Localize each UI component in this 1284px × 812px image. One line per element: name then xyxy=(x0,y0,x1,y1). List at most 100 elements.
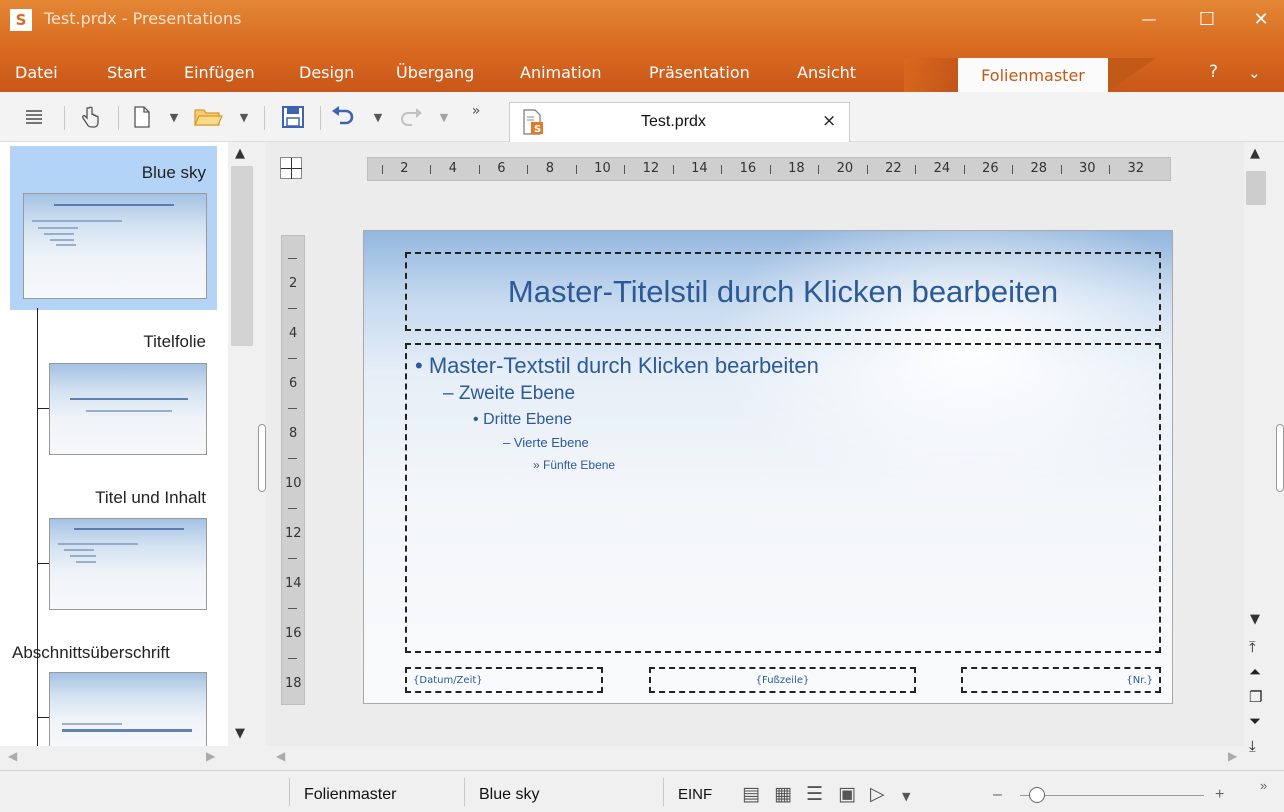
zoom-out-button[interactable]: – xyxy=(993,786,1002,804)
minimize-button[interactable]: — xyxy=(1126,4,1172,34)
body-placeholder[interactable]: • Master-Textstil durch Klicken bearbeit… xyxy=(405,343,1161,653)
app-logo-icon: S xyxy=(10,9,32,31)
minimize-icon: — xyxy=(1141,10,1157,28)
slideshow-dropdown-icon[interactable]: ▼ xyxy=(902,790,910,803)
document-tab[interactable]: S Test.prdx × xyxy=(509,102,850,142)
status-view-mode: Folienmaster xyxy=(304,786,397,803)
ruler-corner-icon[interactable] xyxy=(280,157,302,179)
canvas-scroll-right-icon[interactable]: ▶ xyxy=(1228,749,1237,763)
new-dropdown-chevron-icon[interactable]: ▼ xyxy=(166,104,182,130)
toolbar-overflow-icon[interactable]: » xyxy=(468,98,484,124)
text-level-5: » Fünfte Ebene xyxy=(533,458,616,472)
date-placeholder[interactable]: {Datum/Zeit} xyxy=(405,667,603,693)
title-placeholder[interactable]: Master-Titelstil durch Klicken bearbeite… xyxy=(405,252,1161,331)
canvas-scroll-left-icon[interactable]: ◀ xyxy=(276,749,285,763)
app-window: S Test.prdx - Presentations — ☐ ✕ Datei … xyxy=(0,0,1284,812)
ruler-minor-tick xyxy=(382,165,383,174)
ruler-label: 26 xyxy=(982,161,999,176)
status-insert-mode[interactable]: EINF xyxy=(678,786,712,803)
scroll-right-icon[interactable]: ▶ xyxy=(206,749,215,763)
layout-name-abschnittsueberschrift: Abschnittsüberschrift xyxy=(12,643,170,662)
zoom-slider-knob[interactable] xyxy=(1028,787,1045,803)
ribbon-collapse-icon[interactable]: ⌄ xyxy=(1248,64,1261,82)
slide-master[interactable]: Master-Titelstil durch Klicken bearbeite… xyxy=(363,230,1173,704)
ruler-label: 14 xyxy=(285,576,302,591)
first-slide-icon[interactable]: ⤒ xyxy=(1249,638,1256,656)
start-slideshow-icon[interactable]: ▷ xyxy=(870,783,885,805)
help-button[interactable]: ? xyxy=(1209,62,1218,82)
horizontal-ruler[interactable]: 2 4 6 8 10 12 14 16 18 20 22 24 26 28 30 32 xyxy=(367,157,1171,181)
previous-slide-icon[interactable]: ⏶ xyxy=(1249,663,1261,681)
ruler-label: 20 xyxy=(836,161,854,176)
ruler-label: 12 xyxy=(285,526,302,541)
text-level-2: – Zweite Ebene xyxy=(443,383,576,404)
footer-placeholder[interactable]: {Fußzeile} xyxy=(649,667,916,693)
scroll-down-icon[interactable]: ▼ xyxy=(235,726,245,741)
menu-animation[interactable]: Animation xyxy=(520,63,602,82)
close-button[interactable]: ✕ xyxy=(1238,4,1284,34)
ruler-minor-tick xyxy=(963,165,965,174)
canvas-hscrollbar[interactable] xyxy=(266,746,1244,770)
close-tab-icon[interactable]: × xyxy=(822,111,836,131)
scroll-up-icon[interactable]: ▲ xyxy=(235,146,245,161)
menu-design[interactable]: Design xyxy=(299,63,354,82)
side-panel-handle[interactable] xyxy=(1276,424,1284,492)
vertical-ruler[interactable]: 2 4 6 8 10 12 14 16 18 xyxy=(281,235,305,705)
new-document-icon[interactable] xyxy=(130,104,154,130)
undo-dropdown-chevron-icon[interactable]: ▼ xyxy=(370,104,386,130)
layout-thumbnail-titelfolie[interactable] xyxy=(49,363,207,455)
menu-icon[interactable] xyxy=(22,104,46,130)
menu-datei[interactable]: Datei xyxy=(15,63,58,82)
hand-pointer-icon[interactable] xyxy=(76,104,104,130)
zoom-in-button[interactable]: + xyxy=(1215,786,1224,804)
slide-overview-icon[interactable]: ❐ xyxy=(1249,688,1262,706)
menu-uebergang[interactable]: Übergang xyxy=(396,63,474,82)
tab-folienmaster[interactable]: Folienmaster xyxy=(958,58,1108,92)
notes-view-icon[interactable]: ▣ xyxy=(838,783,856,805)
number-placeholder[interactable]: {Nr.} xyxy=(961,667,1161,693)
open-folder-icon[interactable] xyxy=(192,104,224,130)
panel-scroll-thumb[interactable] xyxy=(231,166,253,346)
maximize-button[interactable]: ☐ xyxy=(1184,4,1230,34)
ruler-minor-tick xyxy=(288,658,297,659)
undo-icon[interactable] xyxy=(330,104,358,130)
panel-hscrollbar[interactable] xyxy=(0,746,258,770)
ruler-label: 10 xyxy=(594,161,611,176)
scroll-left-icon[interactable]: ◀ xyxy=(8,749,17,763)
canvas-scroll-up-icon[interactable]: ▲ xyxy=(1250,146,1260,161)
redo-dropdown-chevron-icon[interactable]: ▼ xyxy=(436,104,452,130)
ruler-minor-tick xyxy=(288,508,297,509)
statusbar-overflow-icon[interactable]: » xyxy=(1260,778,1267,793)
menu-ansicht[interactable]: Ansicht xyxy=(797,63,856,82)
master-thumbnail[interactable] xyxy=(23,193,207,299)
ruler-label: 2 xyxy=(289,276,298,291)
redo-icon[interactable] xyxy=(396,104,424,130)
ruler-label: 24 xyxy=(933,161,951,176)
canvas-vscrollbar[interactable] xyxy=(1244,142,1268,746)
status-master-name: Blue sky xyxy=(479,786,540,803)
last-slide-icon[interactable]: ⤓ xyxy=(1249,737,1256,755)
menu-start[interactable]: Start xyxy=(107,63,146,82)
slide-sorter-icon[interactable]: ▦ xyxy=(774,783,792,805)
menu-einfuegen[interactable]: Einfügen xyxy=(184,63,255,82)
ruler-minor-tick xyxy=(527,165,529,174)
presentation-file-icon: S xyxy=(522,109,544,139)
next-slide-icon[interactable]: ⏷ xyxy=(1249,712,1261,730)
canvas-scroll-thumb[interactable] xyxy=(1246,171,1266,205)
ruler-minor-tick xyxy=(672,165,674,174)
layout-thumbnail-abschnitt[interactable] xyxy=(49,672,207,748)
ruler-minor-tick xyxy=(915,165,917,174)
ruler-label: 16 xyxy=(285,626,302,641)
zoom-slider-track[interactable] xyxy=(1020,795,1204,796)
outline-view-icon[interactable]: ☰ xyxy=(806,783,823,805)
window-title: Test.prdx - Presentations xyxy=(44,9,242,28)
document-tab-label: Test.prdx xyxy=(641,113,706,130)
layout-name-blue-sky: Blue sky xyxy=(141,163,206,182)
canvas-scroll-down-icon[interactable]: ▼ xyxy=(1250,612,1260,627)
menu-praesentation[interactable]: Präsentation xyxy=(649,63,750,82)
layout-thumbnail-titel-und-inhalt[interactable] xyxy=(49,518,207,610)
open-dropdown-chevron-icon[interactable]: ▼ xyxy=(236,104,252,130)
panel-splitter-handle[interactable] xyxy=(258,424,266,492)
normal-view-icon[interactable]: ▤ xyxy=(742,783,760,805)
save-icon[interactable] xyxy=(280,104,306,130)
